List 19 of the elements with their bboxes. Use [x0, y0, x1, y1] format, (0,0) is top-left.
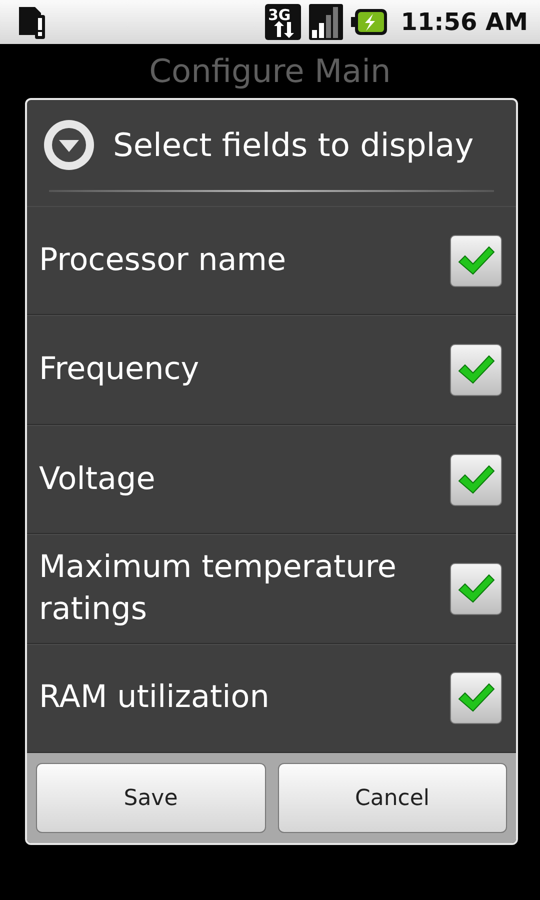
field-label: Voltage — [39, 460, 156, 499]
checkbox[interactable] — [450, 562, 502, 615]
checkbox[interactable] — [450, 344, 502, 396]
dialog-button[interactable]: Cancel — [278, 763, 507, 834]
status-time: 11:56 AM — [400, 8, 528, 36]
screen-title: Configure Main — [149, 52, 391, 90]
checkbox[interactable] — [450, 234, 502, 287]
battery-charging-icon — [350, 9, 387, 35]
dialog-title: Select fields to display — [113, 126, 474, 164]
dropdown-circle-icon — [43, 119, 95, 171]
field-label: RAM utilization — [39, 678, 270, 718]
checkbox[interactable] — [450, 454, 502, 506]
network-3g-icon: 3G — [264, 4, 301, 40]
field-label: Processor name — [39, 240, 288, 280]
field-label: Maximum temperature ratings — [39, 548, 398, 629]
dialog-button[interactable]: Save — [36, 763, 266, 834]
signal-icon — [308, 4, 343, 40]
field-label: Frequency — [39, 350, 200, 390]
checkbox[interactable] — [450, 672, 502, 724]
